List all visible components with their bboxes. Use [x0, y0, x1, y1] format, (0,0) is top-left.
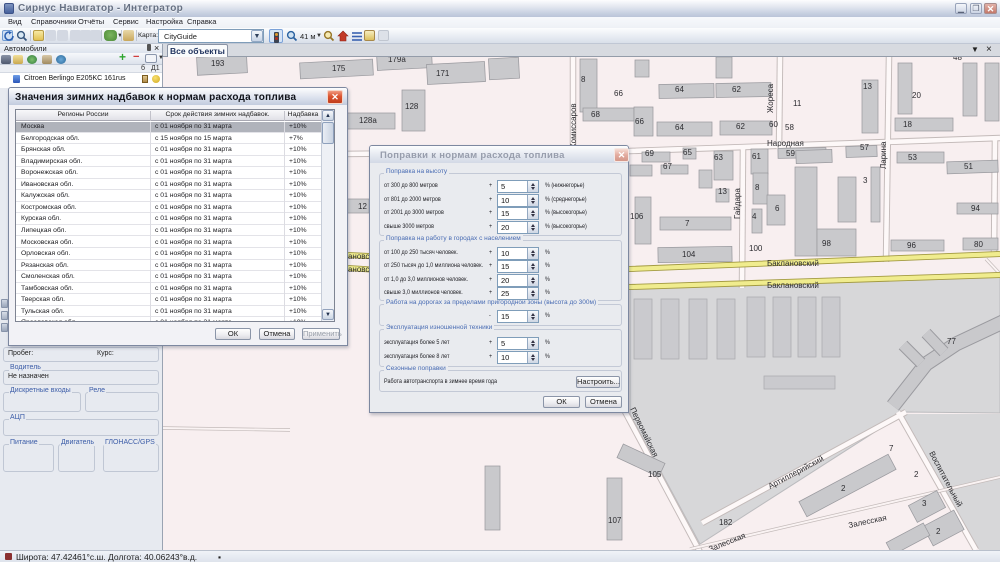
svg-text:20: 20 — [912, 91, 921, 100]
svg-text:179а: 179а — [388, 57, 406, 64]
svg-text:98: 98 — [822, 239, 831, 248]
svg-text:6: 6 — [775, 204, 780, 213]
svg-text:193: 193 — [211, 59, 225, 68]
svg-text:69: 69 — [645, 149, 654, 158]
svg-text:67: 67 — [663, 162, 672, 171]
svg-text:171: 171 — [436, 69, 450, 78]
svg-text:65: 65 — [683, 148, 692, 157]
svg-text:7: 7 — [889, 444, 894, 453]
svg-text:106: 106 — [630, 212, 644, 221]
svg-text:66: 66 — [635, 117, 644, 126]
svg-text:175: 175 — [332, 64, 346, 73]
svg-text:8: 8 — [755, 183, 760, 192]
svg-text:66: 66 — [614, 89, 623, 98]
svg-text:3: 3 — [863, 176, 868, 185]
svg-text:Жореса: Жореса — [766, 83, 775, 113]
svg-text:64: 64 — [675, 85, 684, 94]
svg-text:62: 62 — [736, 122, 745, 131]
svg-text:Ларина: Ларина — [879, 141, 888, 169]
svg-text:107: 107 — [608, 516, 622, 525]
svg-text:18: 18 — [903, 120, 912, 129]
svg-text:128: 128 — [405, 102, 419, 111]
svg-text:60: 60 — [769, 120, 778, 129]
svg-text:53: 53 — [908, 153, 917, 162]
svg-text:11: 11 — [793, 99, 802, 108]
svg-text:12: 12 — [358, 202, 367, 211]
svg-text:Баклановский: Баклановский — [767, 281, 819, 290]
svg-text:100: 100 — [749, 244, 763, 253]
svg-text:2: 2 — [841, 484, 846, 493]
svg-text:51: 51 — [964, 162, 973, 171]
svg-text:105: 105 — [648, 470, 662, 479]
svg-text:104: 104 — [682, 250, 696, 259]
svg-text:57: 57 — [860, 143, 869, 152]
svg-text:4: 4 — [752, 212, 757, 221]
svg-text:Народная: Народная — [767, 139, 804, 148]
svg-text:58: 58 — [785, 123, 794, 132]
svg-text:68: 68 — [591, 110, 600, 119]
svg-text:2: 2 — [936, 527, 941, 536]
svg-text:94: 94 — [971, 204, 980, 213]
svg-text:Комиссаров: Комиссаров — [569, 103, 578, 148]
svg-text:128а: 128а — [359, 116, 377, 125]
svg-text:64: 64 — [675, 123, 684, 132]
svg-text:13: 13 — [718, 187, 727, 196]
svg-text:77: 77 — [947, 337, 956, 346]
svg-text:Баклановский: Баклановский — [767, 259, 819, 268]
svg-text:62: 62 — [732, 85, 741, 94]
svg-text:80: 80 — [974, 240, 983, 249]
svg-text:48: 48 — [953, 57, 962, 62]
svg-text:8: 8 — [581, 75, 586, 84]
svg-text:Гайдара: Гайдара — [733, 188, 742, 219]
svg-text:3: 3 — [922, 499, 927, 508]
svg-text:59: 59 — [786, 149, 795, 158]
svg-text:61: 61 — [752, 152, 761, 161]
svg-text:182: 182 — [719, 518, 733, 527]
svg-text:96: 96 — [907, 241, 916, 250]
svg-text:2: 2 — [914, 470, 919, 479]
svg-text:63: 63 — [714, 153, 723, 162]
svg-text:7: 7 — [685, 219, 690, 228]
svg-text:13: 13 — [863, 82, 872, 91]
